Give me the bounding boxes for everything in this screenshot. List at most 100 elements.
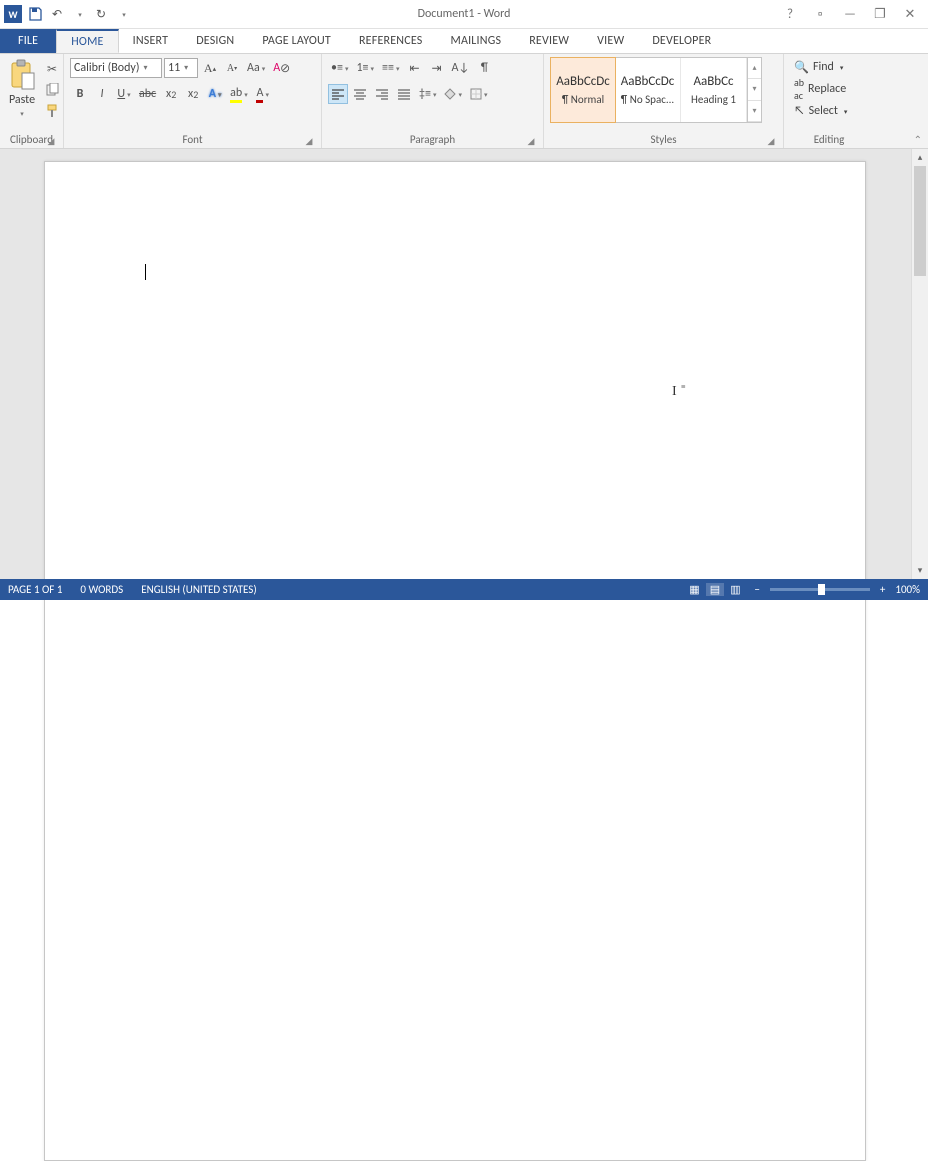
word-app-icon[interactable]: W xyxy=(4,5,22,23)
close-icon[interactable]: ✕ xyxy=(902,7,918,22)
undo-icon[interactable]: ↶ xyxy=(48,5,66,23)
status-word-count[interactable]: 0 WORDS xyxy=(80,583,123,596)
zoom-slider[interactable] xyxy=(770,588,870,591)
ribbon-tabs: FILE HOME INSERT DESIGN PAGE LAYOUT REFE… xyxy=(0,29,928,54)
tab-design[interactable]: DESIGN xyxy=(182,29,248,53)
gallery-scroll-down-icon[interactable]: ▾ xyxy=(748,79,761,100)
zoom-in-icon[interactable]: + xyxy=(880,583,885,596)
tab-developer[interactable]: DEVELOPER xyxy=(638,29,725,53)
underline-button[interactable]: U xyxy=(114,84,134,104)
grow-font-icon[interactable]: A▴ xyxy=(200,58,220,78)
clear-formatting-icon[interactable]: A⊘ xyxy=(270,58,293,78)
line-spacing-icon[interactable]: ‡≡ xyxy=(416,84,439,104)
help-icon[interactable]: ? xyxy=(782,7,798,22)
change-case-icon[interactable]: Aa xyxy=(244,58,268,78)
group-styles: AaBbCcDc ¶ Normal AaBbCcDc ¶ No Spac... … xyxy=(544,54,784,148)
minimize-icon[interactable]: — xyxy=(842,7,858,22)
replace-button[interactable]: abacReplace xyxy=(790,79,850,99)
read-mode-icon[interactable]: ▦ xyxy=(685,583,703,596)
status-page[interactable]: PAGE 1 OF 1 xyxy=(8,583,62,596)
styles-gallery-scroll[interactable]: ▴ ▾ ▾ xyxy=(747,58,761,122)
shading-icon[interactable] xyxy=(441,84,465,104)
strikethrough-button[interactable]: abc xyxy=(136,84,159,104)
qat-customize-dropdown[interactable] xyxy=(114,5,132,23)
multilevel-list-icon[interactable]: ≡≡ xyxy=(379,58,402,78)
replace-icon: abac xyxy=(794,76,804,102)
font-name-combo[interactable]: Calibri (Body)▾ xyxy=(70,58,162,78)
zoom-out-icon[interactable]: − xyxy=(754,583,759,596)
superscript-button[interactable]: x2 xyxy=(183,84,203,104)
tab-references[interactable]: REFERENCES xyxy=(345,29,437,53)
scroll-thumb[interactable] xyxy=(914,166,926,276)
copy-icon[interactable] xyxy=(42,80,62,100)
document-page[interactable] xyxy=(44,161,866,1161)
font-group-label: Font xyxy=(182,133,202,146)
paragraph-dialog-launcher[interactable]: ◢ xyxy=(525,135,537,147)
title-bar: W ↶ ↻ Document1 - Word ? ▫ — ❐ ✕ xyxy=(0,0,928,29)
window-controls: ? ▫ — ❐ ✕ xyxy=(782,7,928,22)
text-effects-icon[interactable]: A xyxy=(205,84,225,104)
vertical-scrollbar[interactable]: ▴ ▾ xyxy=(911,149,928,579)
justify-icon[interactable] xyxy=(394,84,414,104)
decrease-indent-icon[interactable]: ⇤ xyxy=(405,58,425,78)
cut-icon[interactable]: ✂ xyxy=(42,59,62,79)
shrink-font-icon[interactable]: A▾ xyxy=(222,58,242,78)
undo-dropdown[interactable] xyxy=(70,5,88,23)
ribbon-display-options-icon[interactable]: ▫ xyxy=(812,7,828,22)
print-layout-icon[interactable]: ▤ xyxy=(706,583,724,596)
status-bar: PAGE 1 OF 1 0 WORDS ENGLISH (UNITED STAT… xyxy=(0,579,928,600)
select-button[interactable]: ↖Select▾ xyxy=(790,101,851,121)
document-area: ▴ ▾ xyxy=(0,149,928,579)
group-font: Calibri (Body)▾ 11▾ A▴ A▾ Aa A⊘ B I U ab… xyxy=(64,54,322,148)
show-paragraph-marks-icon[interactable]: ¶ xyxy=(474,58,494,78)
paragraph-group-label: Paragraph xyxy=(410,133,455,146)
quick-access-toolbar: W ↶ ↻ xyxy=(0,5,132,23)
borders-icon[interactable] xyxy=(467,84,491,104)
tab-mailings[interactable]: MAILINGS xyxy=(436,29,515,53)
editing-group-label: Editing xyxy=(814,133,845,146)
style-no-spacing[interactable]: AaBbCcDc ¶ No Spac... xyxy=(615,58,681,122)
sort-icon[interactable]: A↓ xyxy=(449,58,473,78)
group-editing: 🔍Find▾ abacReplace ↖Select▾ Editing xyxy=(784,54,874,148)
web-layout-icon[interactable]: ▥ xyxy=(726,583,744,596)
font-dialog-launcher[interactable]: ◢ xyxy=(303,135,315,147)
tab-home[interactable]: HOME xyxy=(56,29,118,53)
scroll-up-icon[interactable]: ▴ xyxy=(912,149,928,166)
clipboard-dialog-launcher[interactable]: ◢ xyxy=(45,135,57,147)
format-painter-icon[interactable] xyxy=(42,101,62,121)
align-center-icon[interactable] xyxy=(350,84,370,104)
styles-dialog-launcher[interactable]: ◢ xyxy=(765,135,777,147)
zoom-level[interactable]: 100% xyxy=(895,583,920,596)
save-icon[interactable] xyxy=(26,5,44,23)
bullets-icon[interactable]: •≡ xyxy=(328,58,351,78)
gallery-expand-icon[interactable]: ▾ xyxy=(748,101,761,122)
align-right-icon[interactable] xyxy=(372,84,392,104)
tab-review[interactable]: REVIEW xyxy=(515,29,583,53)
numbering-icon[interactable]: 1≡ xyxy=(353,58,377,78)
tab-view[interactable]: VIEW xyxy=(583,29,638,53)
style-normal[interactable]: AaBbCcDc ¶ Normal xyxy=(550,57,616,123)
group-clipboard: Paste ▾ ✂ Clipboard◢ xyxy=(0,54,64,148)
tab-file[interactable]: FILE xyxy=(0,29,56,53)
restore-icon[interactable]: ❐ xyxy=(872,7,888,22)
paste-button[interactable]: Paste ▾ xyxy=(6,57,38,120)
increase-indent-icon[interactable]: ⇥ xyxy=(427,58,447,78)
find-button[interactable]: 🔍Find▾ xyxy=(790,57,847,77)
status-language[interactable]: ENGLISH (UNITED STATES) xyxy=(141,583,256,596)
mouse-cursor-ibeam: I xyxy=(672,384,677,400)
redo-icon[interactable]: ↻ xyxy=(92,5,110,23)
font-size-combo[interactable]: 11▾ xyxy=(164,58,198,78)
align-left-icon[interactable] xyxy=(328,84,348,104)
collapse-ribbon-icon[interactable]: ⌃ xyxy=(914,133,922,146)
subscript-button[interactable]: x2 xyxy=(161,84,181,104)
italic-button[interactable]: I xyxy=(92,84,112,104)
view-mode-buttons: ▦ ▤ ▥ xyxy=(685,583,744,596)
tab-page-layout[interactable]: PAGE LAYOUT xyxy=(248,29,345,53)
scroll-down-icon[interactable]: ▾ xyxy=(912,562,928,579)
bold-button[interactable]: B xyxy=(70,84,90,104)
highlight-color-icon[interactable]: ab xyxy=(227,84,251,104)
style-heading-1[interactable]: AaBbCc Heading 1 xyxy=(681,58,747,122)
gallery-scroll-up-icon[interactable]: ▴ xyxy=(748,58,761,79)
tab-insert[interactable]: INSERT xyxy=(119,29,183,53)
font-color-icon[interactable]: A xyxy=(253,84,273,104)
